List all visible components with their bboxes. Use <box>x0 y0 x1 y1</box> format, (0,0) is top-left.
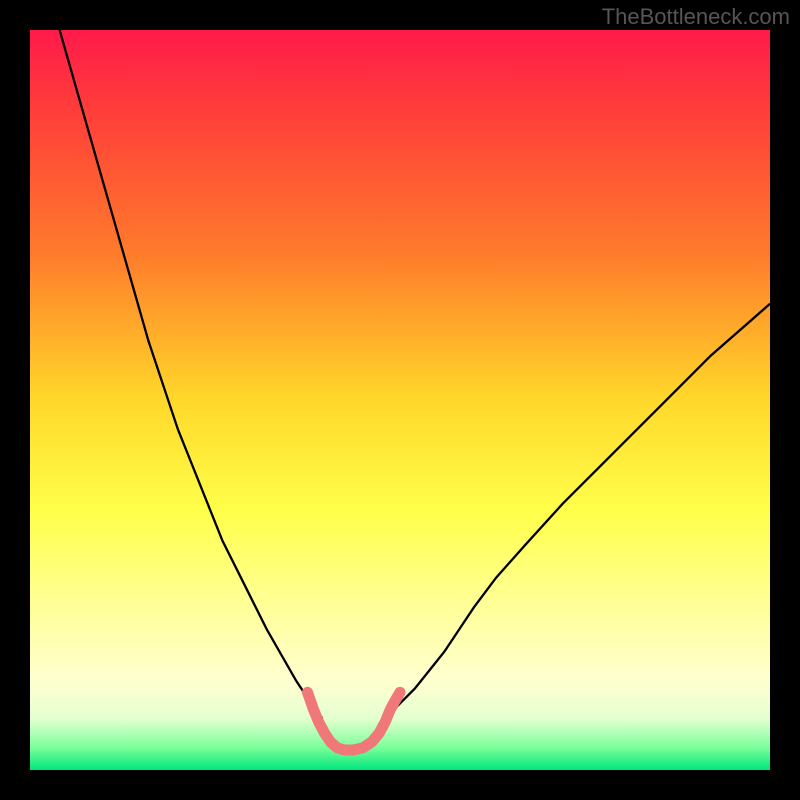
chart-background-gradient <box>30 30 770 770</box>
watermark-text: TheBottleneck.com <box>602 4 790 30</box>
bottleneck-chart <box>0 0 800 800</box>
